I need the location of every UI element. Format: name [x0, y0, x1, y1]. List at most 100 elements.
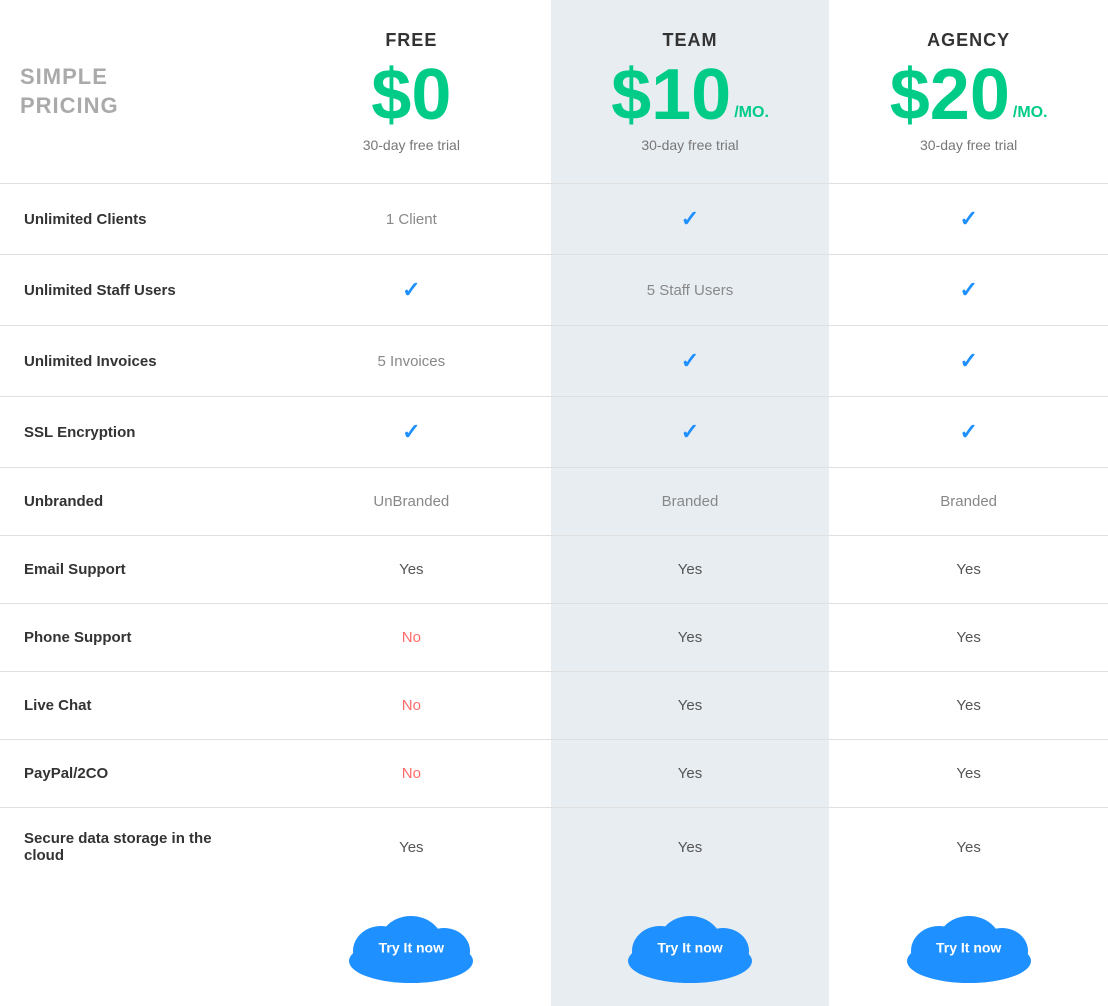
- feature-label: Unlimited Clients: [0, 184, 272, 254]
- no-value: No: [402, 629, 421, 646]
- check-icon: ✓: [959, 419, 977, 445]
- try-team-wrapper[interactable]: Try It now: [615, 906, 765, 986]
- feature-cell-free: 5 Invoices: [272, 326, 551, 396]
- feature-cell-agency: Yes: [829, 740, 1108, 807]
- plan-trial-agency: 30-day free trial: [849, 137, 1088, 153]
- feature-cell-agency: Yes: [829, 604, 1108, 671]
- feature-cell-team: ✓: [551, 184, 830, 254]
- yes-value: Yes: [678, 839, 702, 856]
- yes-value: Yes: [399, 839, 423, 856]
- feature-cell-agency: ✓: [829, 397, 1108, 467]
- text-value: 5 Staff Users: [647, 282, 733, 299]
- plan-price-free: $0: [292, 59, 531, 131]
- check-icon: ✓: [681, 348, 699, 374]
- feature-cell-agency: Yes: [829, 536, 1108, 603]
- feature-row: UnbrandedUnBrandedBrandedBranded: [0, 468, 1108, 536]
- feature-row: Email Support Yes Yes Yes: [0, 536, 1108, 604]
- plan-header-team: TEAM $10 /MO. 30-day free trial: [551, 0, 830, 183]
- feature-row: Unlimited Invoices 5 Invoices ✓ ✓: [0, 326, 1108, 397]
- feature-cell-free: No: [272, 672, 551, 739]
- text-value: Branded: [662, 493, 719, 510]
- try-free-wrapper[interactable]: Try It now: [336, 906, 486, 986]
- feature-label: Secure data storage in the cloud: [0, 808, 272, 886]
- check-icon: ✓: [959, 206, 977, 232]
- feature-label: Unlimited Staff Users: [0, 255, 272, 325]
- feature-cell-team: Yes: [551, 672, 830, 739]
- check-icon: ✓: [959, 277, 977, 303]
- features-container: Unlimited Clients1 Client✓✓Unlimited Sta…: [0, 184, 1108, 886]
- yes-value: Yes: [678, 765, 702, 782]
- yes-value: Yes: [956, 765, 980, 782]
- feature-cell-free: ✓: [272, 255, 551, 325]
- cta-empty: [0, 886, 272, 1006]
- plan-name-team: TEAM: [571, 30, 810, 51]
- plan-price-agency: $20 /MO.: [849, 59, 1088, 131]
- feature-cell-free: UnBranded: [272, 468, 551, 535]
- yes-value: Yes: [678, 629, 702, 646]
- price-amount-agency: $20: [890, 59, 1010, 131]
- feature-cell-agency: Branded: [829, 468, 1108, 535]
- feature-cell-team: 5 Staff Users: [551, 255, 830, 325]
- plan-name-free: FREE: [292, 30, 531, 51]
- feature-cell-free: ✓: [272, 397, 551, 467]
- cloud-shape-team: [615, 906, 765, 986]
- feature-cell-team: Yes: [551, 604, 830, 671]
- feature-row: Unlimited Staff Users ✓ 5 Staff Users ✓: [0, 255, 1108, 326]
- feature-cell-free: 1 Client: [272, 184, 551, 254]
- feature-row: PayPal/2CO No Yes Yes: [0, 740, 1108, 808]
- check-icon: ✓: [959, 348, 977, 374]
- yes-value: Yes: [956, 697, 980, 714]
- feature-cell-team: Yes: [551, 740, 830, 807]
- no-value: No: [402, 765, 421, 782]
- simple-pricing-text: SIMPLE PRICING: [20, 63, 119, 120]
- feature-cell-agency: ✓: [829, 184, 1108, 254]
- feature-label: Unlimited Invoices: [0, 326, 272, 396]
- cta-team: Try It now: [551, 886, 830, 1006]
- plan-price-team: $10 /MO.: [571, 59, 810, 131]
- check-icon: ✓: [681, 206, 699, 232]
- yes-value: Yes: [678, 697, 702, 714]
- feature-cell-team: Yes: [551, 536, 830, 603]
- cloud-shape-agency: [894, 906, 1044, 986]
- feature-label: Email Support: [0, 536, 272, 603]
- feature-cell-team: Branded: [551, 468, 830, 535]
- feature-row: Live Chat No Yes Yes: [0, 672, 1108, 740]
- cloud-shape-free: [336, 906, 486, 986]
- plan-header-free: FREE $0 30-day free trial: [272, 0, 551, 183]
- no-value: No: [402, 697, 421, 714]
- feature-cell-team: ✓: [551, 397, 830, 467]
- yes-value: Yes: [678, 561, 702, 578]
- text-value: 5 Invoices: [378, 353, 446, 370]
- simple-pricing-label: SIMPLE PRICING: [0, 0, 272, 183]
- feature-cell-free: No: [272, 740, 551, 807]
- feature-cell-agency: Yes: [829, 808, 1108, 886]
- feature-cell-agency: ✓: [829, 326, 1108, 396]
- feature-row: Phone Support No Yes Yes: [0, 604, 1108, 672]
- plan-trial-free: 30-day free trial: [292, 137, 531, 153]
- feature-cell-agency: ✓: [829, 255, 1108, 325]
- feature-label: PayPal/2CO: [0, 740, 272, 807]
- feature-row: SSL Encryption ✓ ✓ ✓: [0, 397, 1108, 468]
- try-agency-wrapper[interactable]: Try It now: [894, 906, 1044, 986]
- feature-label: SSL Encryption: [0, 397, 272, 467]
- feature-cell-agency: Yes: [829, 672, 1108, 739]
- feature-row: Secure data storage in the cloud Yes Yes Ye…: [0, 808, 1108, 886]
- check-icon: ✓: [402, 277, 420, 303]
- check-icon: ✓: [402, 419, 420, 445]
- cta-free: Try It now: [272, 886, 551, 1006]
- feature-cell-team: ✓: [551, 326, 830, 396]
- feature-label: Phone Support: [0, 604, 272, 671]
- feature-label: Live Chat: [0, 672, 272, 739]
- header-row: SIMPLE PRICING FREE $0 30-day free trial…: [0, 0, 1108, 184]
- yes-value: Yes: [956, 839, 980, 856]
- feature-cell-free: No: [272, 604, 551, 671]
- text-value: UnBranded: [373, 493, 449, 510]
- price-amount-team: $10: [611, 59, 731, 131]
- yes-value: Yes: [399, 561, 423, 578]
- price-suffix-agency: /MO.: [1013, 105, 1048, 121]
- check-icon: ✓: [681, 419, 699, 445]
- feature-cell-free: Yes: [272, 536, 551, 603]
- feature-cell-free: Yes: [272, 808, 551, 886]
- yes-value: Yes: [956, 561, 980, 578]
- plan-trial-team: 30-day free trial: [571, 137, 810, 153]
